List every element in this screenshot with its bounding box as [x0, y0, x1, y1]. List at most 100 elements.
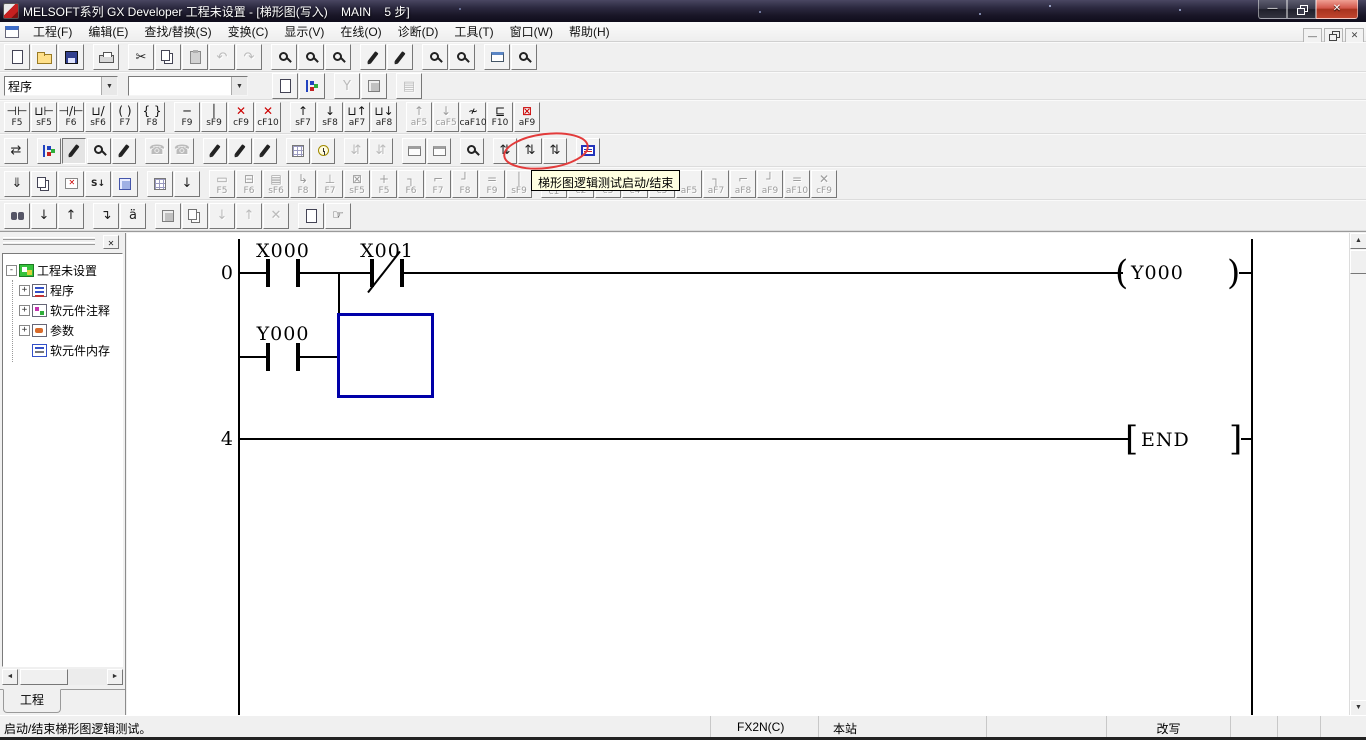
window-transfer-button[interactable] [402, 138, 426, 164]
sfc-block-button[interactable]: ⊟ F6 [236, 170, 262, 198]
closed-contact-button[interactable]: ⊣/⊢ F6 [58, 102, 84, 132]
scroll-left-arrow-icon[interactable]: ◄ [2, 669, 18, 685]
vertical-line-button[interactable]: │ sF9 [201, 102, 227, 132]
coil-button[interactable]: ( ) F7 [112, 102, 138, 132]
application-instruction-button[interactable]: { } F8 [139, 102, 165, 132]
rising-pulse-branch-button[interactable]: ⊔↑ aF7 [344, 102, 370, 132]
select-block-button[interactable] [155, 203, 181, 229]
open-contact-branch-button[interactable]: ⊔⊢ sF5 [31, 102, 57, 132]
monitor-stop-all-button[interactable]: ⇅ [518, 138, 542, 164]
close-button[interactable]: ✕ [1316, 0, 1358, 19]
sfc-parallel-converge-button[interactable]: = F9 [479, 170, 505, 198]
tree-item-program[interactable]: + 程序 [3, 280, 122, 300]
instruction-list-button[interactable] [37, 138, 61, 164]
sfc-branch3-button[interactable]: ┘ aF9 [757, 170, 783, 198]
sfc-converge-button[interactable]: ┘ F8 [452, 170, 478, 198]
undo-button[interactable]: ↶ [209, 44, 235, 70]
tree-item-device-comment[interactable]: + 软元件注释 [3, 300, 122, 320]
rising-pulse-button[interactable]: ↑ sF7 [290, 102, 316, 132]
program-list-button[interactable]: ▤ [396, 73, 422, 99]
falling-pulse-branch-button[interactable]: ⊔↓ aF8 [371, 102, 397, 132]
tree-item-device-memory[interactable]: 软元件内存 [3, 340, 122, 360]
tree-expander[interactable]: + [19, 305, 30, 316]
sfc-parallel-button[interactable]: ⌐ F7 [425, 170, 451, 198]
mdi-close-button[interactable]: ✕ [1345, 28, 1364, 43]
device-batch-button[interactable] [361, 73, 387, 99]
menu-tools[interactable]: 工具(T) [446, 21, 501, 42]
dropdown-arrow-icon[interactable] [231, 77, 247, 95]
sfc-branch2-button[interactable]: ⌐ aF8 [730, 170, 756, 198]
minimize-button[interactable]: — [1258, 0, 1287, 19]
project-tab[interactable]: 工程 [3, 689, 61, 713]
print-button[interactable] [93, 44, 119, 70]
delete-vertical-line-button[interactable]: ✕ cF10 [255, 102, 281, 132]
scrollbar-thumb[interactable] [1350, 250, 1366, 274]
menu-convert[interactable]: 变换(C) [220, 21, 277, 42]
tree-item-parameter[interactable]: + 参数 [3, 320, 122, 340]
tree-expander[interactable]: + [19, 325, 30, 336]
step-execute-button[interactable]: ⇵ [344, 138, 368, 164]
redo-button[interactable]: ↷ [236, 44, 262, 70]
horizontal-line-button[interactable]: ─ F9 [174, 102, 200, 132]
new-project-button[interactable] [4, 44, 30, 70]
window-new-button[interactable] [427, 138, 451, 164]
device-replace-button[interactable] [286, 138, 310, 164]
sfc-transition-button[interactable]: + F5 [371, 170, 397, 198]
sfc-end-button[interactable]: ⊥ F7 [317, 170, 343, 198]
ladder-logic-test-button[interactable] [576, 138, 600, 164]
change-instruction-button[interactable]: ä [120, 203, 146, 229]
monitor-condition-button[interactable] [460, 138, 484, 164]
shift-up-button[interactable]: ↑ aF5 [406, 102, 432, 132]
copy-multiple-button[interactable] [182, 203, 208, 229]
find-instruction-button[interactable] [298, 44, 324, 70]
pan-mode-button[interactable]: ☞ [325, 203, 351, 229]
device-select[interactable] [128, 76, 248, 96]
sfc-step-button[interactable]: ▭ F5 [209, 170, 235, 198]
shift-down-button[interactable]: ↓ caF5 [433, 102, 459, 132]
phone-disconnect-button[interactable]: ☎ [170, 138, 194, 164]
mdi-restore-button[interactable] [1324, 28, 1343, 43]
panel-grip[interactable] [3, 242, 95, 245]
phone-connect-button[interactable]: ☎ [145, 138, 169, 164]
project-data-list-button[interactable] [299, 73, 325, 99]
sfc-branch1-button[interactable]: ┐ aF7 [703, 170, 729, 198]
falling-pulse-button[interactable]: ↓ sF8 [317, 102, 343, 132]
block-display-button[interactable] [112, 171, 138, 197]
ladder-write-mode-button[interactable] [360, 44, 386, 70]
sfc-jump-button[interactable]: ↳ F8 [290, 170, 316, 198]
menu-project[interactable]: 工程(F) [25, 21, 80, 42]
sfc-selection-button[interactable]: ┐ F6 [398, 170, 424, 198]
comment-edit-button[interactable] [62, 138, 86, 164]
tree-expander[interactable]: + [19, 285, 30, 296]
monitor-stop-button[interactable] [449, 44, 475, 70]
find-next-button[interactable]: ↓ [31, 203, 57, 229]
plc-transfer-button[interactable]: ⇄ [4, 138, 28, 164]
scroll-down-arrow-icon[interactable]: ▼ [1350, 700, 1366, 716]
note-edit-button[interactable] [112, 138, 136, 164]
dropdown-arrow-icon[interactable] [101, 77, 117, 95]
add-row-button[interactable]: ↑ [236, 203, 262, 229]
sfc-vertical-button[interactable]: │ sF9 [506, 170, 532, 198]
menu-diagnostics[interactable]: 诊断(D) [390, 21, 447, 42]
horizontal-interval-button[interactable]: ⊑ F10 [487, 102, 513, 132]
monitor-write-mode-button[interactable] [387, 44, 413, 70]
transfer-setup-button[interactable] [484, 44, 510, 70]
statement-find-button[interactable] [87, 138, 111, 164]
device-insert-button[interactable]: ↓ [174, 171, 200, 197]
menu-window[interactable]: 窗口(W) [502, 21, 561, 42]
delete-interval-button[interactable]: ⊠ aF9 [514, 102, 540, 132]
step-interval-button[interactable]: ⇵ [369, 138, 393, 164]
monitor-start-button[interactable] [422, 44, 448, 70]
scrollbar-thumb[interactable] [20, 669, 68, 685]
menu-edit[interactable]: 编辑(E) [80, 21, 136, 42]
write-to-plc-button[interactable]: ⇓ [4, 171, 30, 197]
save-display-button[interactable] [298, 203, 324, 229]
invert-result-button[interactable]: ≁ caF10 [460, 102, 486, 132]
find-replace-button[interactable] [325, 44, 351, 70]
monitor-start-all-button[interactable]: ⇅ [493, 138, 517, 164]
program-type-select[interactable]: 程序 [4, 76, 118, 96]
sfc-dummy-button[interactable]: ⊠ sF5 [344, 170, 370, 198]
program-check-button[interactable] [58, 171, 84, 197]
comment-display-button[interactable] [272, 73, 298, 99]
clock-monitor-button[interactable] [311, 138, 335, 164]
